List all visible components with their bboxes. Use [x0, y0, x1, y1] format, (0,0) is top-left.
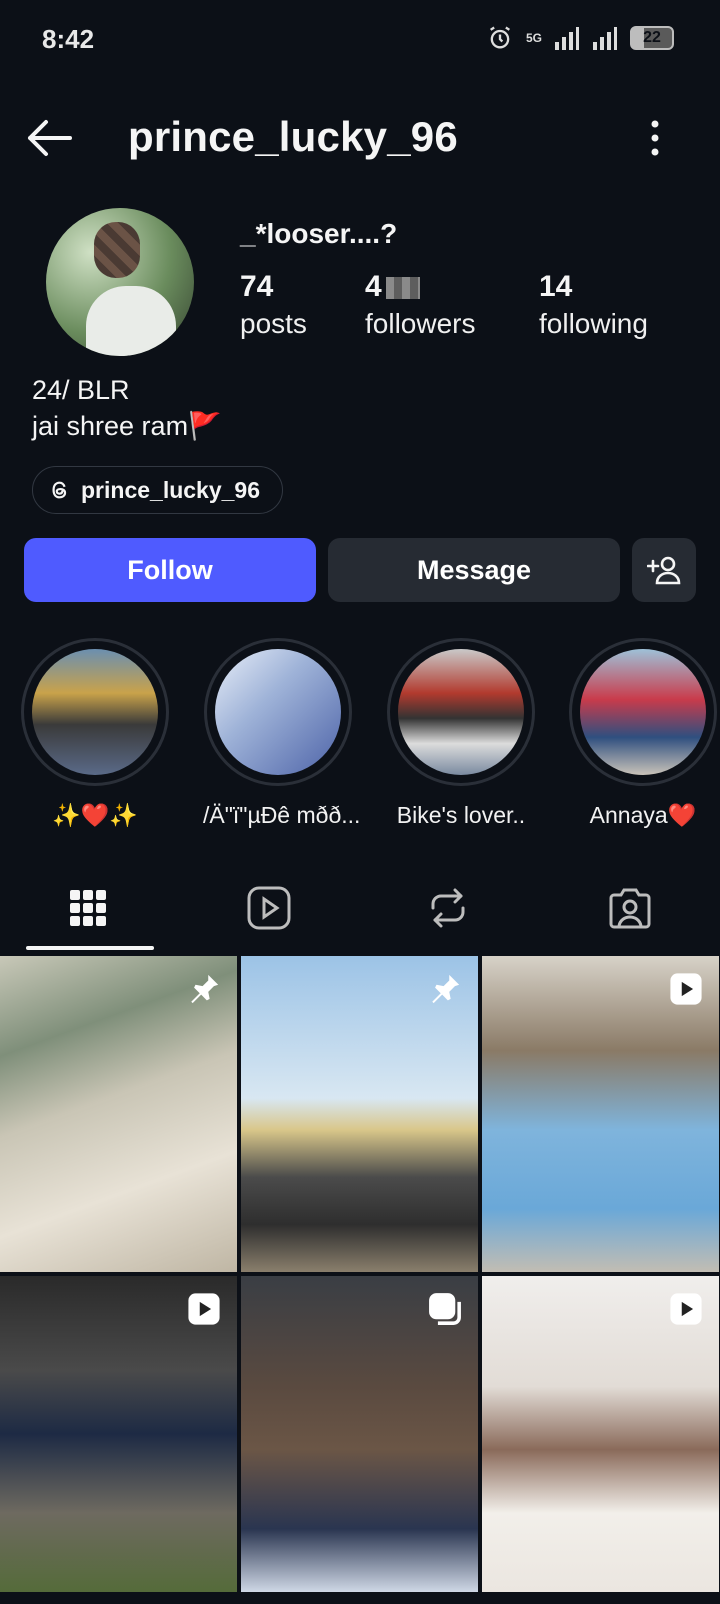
- status-icons: 5G 22: [486, 24, 674, 52]
- message-button[interactable]: Message: [328, 538, 620, 602]
- threads-handle: prince_lucky_96: [81, 476, 261, 503]
- grid-post-2[interactable]: [241, 956, 478, 1272]
- highlight-3-cover: [398, 649, 524, 775]
- highlight-2-cover: [215, 649, 341, 775]
- posts-label: posts: [240, 308, 307, 339]
- grid-post-1[interactable]: [0, 956, 237, 1272]
- grid-icon: [70, 890, 106, 926]
- profile-username-title: prince_lucky_96: [128, 113, 458, 160]
- carousel-icon: [429, 1293, 461, 1325]
- tab-tagged[interactable]: [600, 878, 660, 938]
- signal-icon: [555, 27, 579, 50]
- follow-button[interactable]: Follow: [24, 538, 316, 602]
- following-label: following: [539, 308, 648, 339]
- highlight-1[interactable]: ✨❤️✨: [20, 638, 170, 829]
- profile-bio: 24/ BLR jai shree ram🚩: [32, 372, 222, 444]
- display-name: _*looser....?: [240, 218, 398, 249]
- battery-indicator: 22: [630, 26, 674, 50]
- tab-reels[interactable]: [239, 878, 299, 938]
- highlight-1-label: ✨❤️✨: [52, 802, 138, 828]
- highlight-3[interactable]: Bike's lover..: [386, 638, 536, 829]
- suggest-users-button[interactable]: [632, 538, 696, 602]
- tab-reposts[interactable]: [418, 878, 478, 938]
- followers-stat[interactable]: 4 followers: [365, 270, 475, 340]
- reel-icon: [670, 1293, 702, 1325]
- tab-posts-grid[interactable]: [58, 878, 118, 938]
- redacted-digits: [385, 277, 420, 300]
- more-options-icon[interactable]: [650, 120, 660, 156]
- highlight-4-label: Annaya❤️: [589, 802, 697, 828]
- pin-icon: [432, 974, 460, 1004]
- highlight-4[interactable]: Annaya❤️: [568, 638, 718, 829]
- grid-post-3[interactable]: [482, 956, 719, 1272]
- bio-line-2: jai shree ram🚩: [32, 411, 222, 441]
- signal-icon-2: [593, 27, 617, 50]
- add-person-icon: [647, 556, 681, 585]
- pin-icon: [191, 974, 219, 1004]
- threads-icon: [52, 481, 67, 499]
- network-type: 5G: [525, 31, 542, 45]
- status-time: 8:42: [42, 24, 95, 54]
- active-tab-indicator: [26, 946, 154, 950]
- highlight-3-label: Bike's lover..: [396, 802, 526, 828]
- bio-line-1: 24/ BLR: [32, 375, 130, 405]
- profile-avatar[interactable]: [46, 208, 194, 356]
- reel-icon: [188, 1293, 220, 1325]
- back-arrow-icon[interactable]: [26, 118, 72, 158]
- threads-link[interactable]: prince_lucky_96: [32, 466, 284, 514]
- highlight-1-cover: [32, 649, 158, 775]
- grid-post-4[interactable]: [0, 1276, 237, 1592]
- grid-post-6[interactable]: [482, 1276, 719, 1592]
- followers-count: 4: [365, 270, 382, 303]
- reel-icon: [670, 973, 702, 1005]
- tagged-user-icon: [609, 888, 651, 929]
- followers-label: followers: [365, 308, 476, 339]
- posts-count: 74: [240, 270, 274, 303]
- posts-stat[interactable]: 74 posts: [240, 270, 307, 340]
- repost-icon: [431, 888, 465, 928]
- highlight-2[interactable]: /Ä"ï"µÐê mðð...: [203, 638, 361, 829]
- alarm-icon: [490, 26, 510, 49]
- grid-post-5[interactable]: [241, 1276, 478, 1592]
- following-count: 14: [539, 270, 573, 303]
- following-stat[interactable]: 14 following: [539, 270, 648, 340]
- reels-icon: [247, 886, 291, 930]
- highlight-2-label: /Ä"ï"µÐê mðð...: [203, 802, 361, 828]
- highlight-4-cover: [580, 649, 706, 775]
